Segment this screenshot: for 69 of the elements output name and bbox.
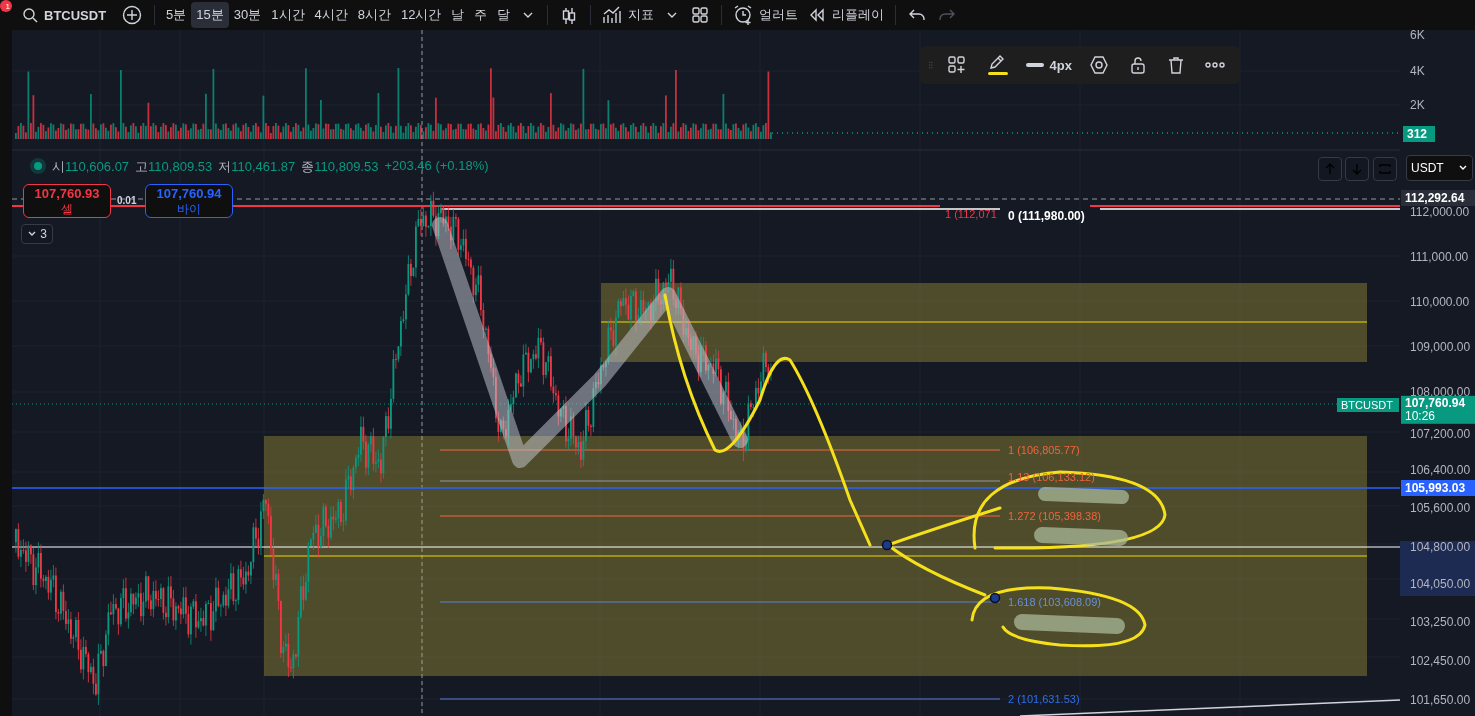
- fib-level-label: 1 (106,805.77): [1008, 444, 1080, 456]
- interval-button[interactable]: 주: [469, 2, 493, 28]
- notification-badge: 1: [0, 0, 12, 12]
- price-axis-label: 107,200.00: [1410, 426, 1471, 441]
- fib-level-label: 0 (111,980.00): [1008, 209, 1085, 223]
- price-axis-label: 104,050.00: [1410, 576, 1471, 591]
- status-dot: [30, 158, 46, 174]
- anchor-point[interactable]: [989, 592, 1001, 604]
- sell-button[interactable]: 107,760.93 셀: [23, 184, 111, 218]
- ohlc-value: 시 110,606.07: [52, 158, 130, 176]
- grid-plus-icon: [946, 55, 967, 75]
- unlocked-icon: [1129, 55, 1147, 75]
- buy-button[interactable]: 107,760.94 바이: [145, 184, 233, 218]
- line-chart-icon: [602, 5, 623, 25]
- price-axis-label: 105,600.00: [1410, 501, 1471, 516]
- plus-circle-icon: [122, 5, 143, 25]
- price-change: +203.46 (+0.18%): [384, 158, 489, 175]
- price-axis-label: 110,000.00: [1410, 295, 1470, 309]
- arrow-down-icon: [1350, 162, 1364, 176]
- interval-button[interactable]: 1시간: [266, 2, 310, 28]
- volume-tag: 312: [1403, 126, 1435, 142]
- interval-button[interactable]: 30분: [228, 2, 267, 28]
- pencil-icon: [986, 54, 1009, 76]
- spread-value: 0.01: [117, 195, 137, 206]
- price-tag: 112,292.64: [1401, 190, 1475, 206]
- grid-icon: [691, 6, 710, 24]
- currency-select[interactable]: USDT: [1406, 155, 1473, 181]
- fib-level-label: 1.272 (105,398.38): [1008, 510, 1101, 522]
- settings-icon: [1089, 55, 1109, 75]
- ohlc-value: 저 110,461.87: [218, 158, 296, 176]
- alert-button[interactable]: 얼러트: [728, 2, 804, 28]
- price-axis-label: 111,000.00: [1410, 250, 1469, 264]
- last-price-tag: 107,760.94 10:26: [1401, 395, 1475, 425]
- price-axis-label: 102,450.00: [1410, 654, 1471, 669]
- search-icon: [22, 7, 38, 23]
- interval-button[interactable]: 날: [446, 2, 470, 28]
- line-width-button[interactable]: 4px: [1021, 53, 1076, 77]
- ohlc-value: 고110,809.53: [135, 158, 213, 176]
- interval-button[interactable]: 15분: [191, 2, 229, 28]
- fib-level-label: 1.618 (103,608.09): [1008, 596, 1101, 608]
- more-icon: [1205, 60, 1225, 70]
- price-axis-label: 103,250.00: [1410, 615, 1471, 630]
- interval-button[interactable]: 12시간: [396, 2, 447, 28]
- symbol-tag: BTCUSDT: [1337, 398, 1399, 412]
- price-axis-label: 106,400.00: [1410, 462, 1471, 477]
- rewind-icon: [808, 6, 827, 24]
- anchor-point[interactable]: [881, 539, 893, 551]
- volume-axis-label: 6K: [1410, 28, 1425, 42]
- arrow-up-icon: [1323, 162, 1337, 176]
- fib-level-label: 1 (112,071: [945, 208, 997, 220]
- price-axis-label: 101,650.00: [1410, 692, 1471, 707]
- volume-axis-label: 4K: [1410, 64, 1425, 78]
- price-tag: 105,993.03: [1401, 480, 1475, 496]
- interval-button[interactable]: 5분: [161, 2, 192, 28]
- collapse-button[interactable]: 3: [21, 224, 53, 244]
- price-axis-label: 104,800.00: [1410, 540, 1471, 555]
- volume-axis-label: 2K: [1410, 98, 1425, 112]
- interval-button[interactable]: 8시간: [352, 2, 396, 28]
- ohlc-value: 종110,809.53: [301, 158, 379, 176]
- interval-button[interactable]: 달: [492, 2, 516, 28]
- alarm-clock-plus-icon: [733, 4, 754, 26]
- replay-button[interactable]: 리플레이: [803, 2, 890, 28]
- trash-icon: [1167, 55, 1185, 75]
- interval-button[interactable]: 4시간: [309, 2, 353, 28]
- price-axis-label: 109,000.00: [1410, 340, 1471, 354]
- fit-icon: [1378, 162, 1392, 176]
- price-axis-label: 112,000.00: [1410, 205, 1470, 219]
- indicators-button[interactable]: 지표: [597, 2, 660, 28]
- fib-level-label: 2 (101,631.53): [1008, 693, 1080, 705]
